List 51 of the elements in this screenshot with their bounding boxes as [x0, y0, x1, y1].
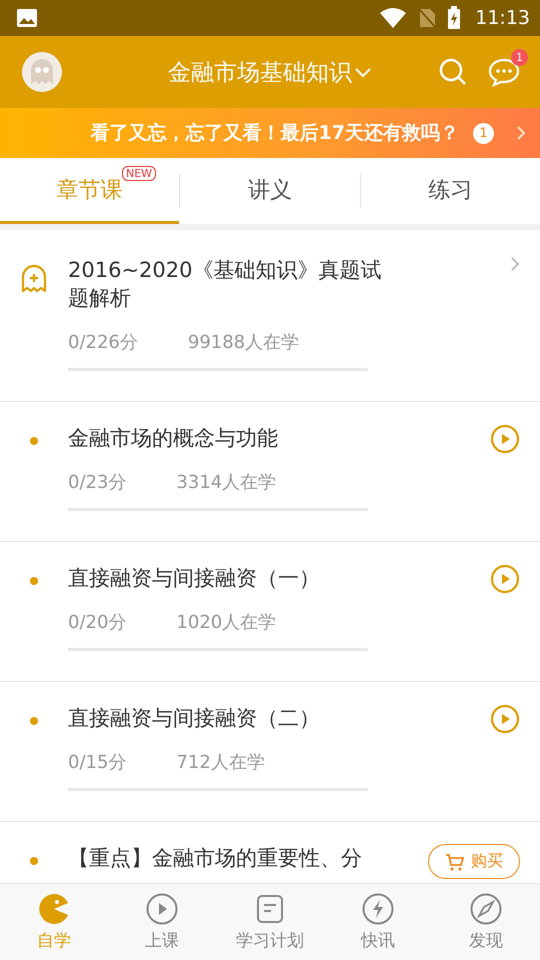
learner-count: 99188人在学	[188, 331, 300, 354]
avatar[interactable]	[22, 52, 62, 92]
play-icon[interactable]	[490, 704, 520, 734]
score-text: 0/15分	[68, 751, 126, 774]
image-icon	[16, 8, 38, 28]
course-title[interactable]: 金融市场基础知识	[168, 56, 352, 88]
ghost-plus-icon	[20, 264, 48, 294]
learner-count: 1020人在学	[176, 611, 276, 634]
bullet-dot	[30, 857, 38, 865]
chevron-down-icon[interactable]	[354, 66, 372, 78]
lightning-icon	[362, 892, 394, 924]
bullet-dot	[30, 437, 38, 445]
play-icon[interactable]	[490, 564, 520, 594]
compass-icon	[470, 892, 502, 924]
nav-item[interactable]: 快讯	[324, 884, 432, 960]
tab[interactable]: 讲义	[180, 158, 360, 224]
wifi-icon	[379, 7, 408, 29]
cart-icon	[445, 852, 465, 870]
banner-text: 看了又忘，忘了又看！最后17天还有救吗？	[90, 121, 459, 146]
no-sim-icon	[417, 7, 438, 29]
search-icon[interactable]	[438, 57, 468, 87]
nav-item[interactable]: 自学	[0, 884, 108, 960]
clock-time: 11:13	[475, 7, 530, 29]
score-text: 0/226分	[68, 331, 138, 354]
lesson-title[interactable]: 金融市场的概念与功能	[68, 424, 398, 452]
promo-banner[interactable]: 看了又忘，忘了又看！最后17天还有救吗？ 1	[0, 108, 540, 158]
play-icon[interactable]	[490, 424, 520, 454]
bullet-dot	[30, 717, 38, 725]
nav-item[interactable]: 发现	[432, 884, 540, 960]
battery-charging-icon	[447, 6, 462, 30]
new-badge: NEW	[122, 166, 156, 181]
nav-item[interactable]: 学习计划	[216, 884, 324, 960]
play-icon	[146, 892, 178, 924]
chevron-right-icon	[516, 125, 526, 141]
document-icon	[254, 892, 286, 924]
lesson-title[interactable]: 直接融资与间接融资（二）	[68, 704, 398, 732]
lesson-title[interactable]: 直接融资与间接融资（一）	[68, 564, 398, 592]
notification-badge: 1	[511, 49, 528, 66]
learner-count: 3314人在学	[176, 471, 276, 494]
count-badge: 1	[473, 122, 494, 144]
learner-count: 712人在学	[176, 751, 265, 774]
tab[interactable]: 练习	[360, 158, 540, 224]
buy-button[interactable]: 购买	[428, 844, 520, 879]
lesson-title[interactable]: 2016~2020《基础知识》真题试题解析	[68, 256, 398, 312]
pacman-icon	[38, 892, 70, 924]
score-text: 0/23分	[68, 471, 126, 494]
chevron-right-icon[interactable]	[510, 256, 520, 272]
score-text: 0/20分	[68, 611, 126, 634]
bullet-dot	[30, 577, 38, 585]
nav-item[interactable]: 上课	[108, 884, 216, 960]
lesson-title[interactable]: 【重点】金融市场的重要性、分	[68, 844, 398, 872]
